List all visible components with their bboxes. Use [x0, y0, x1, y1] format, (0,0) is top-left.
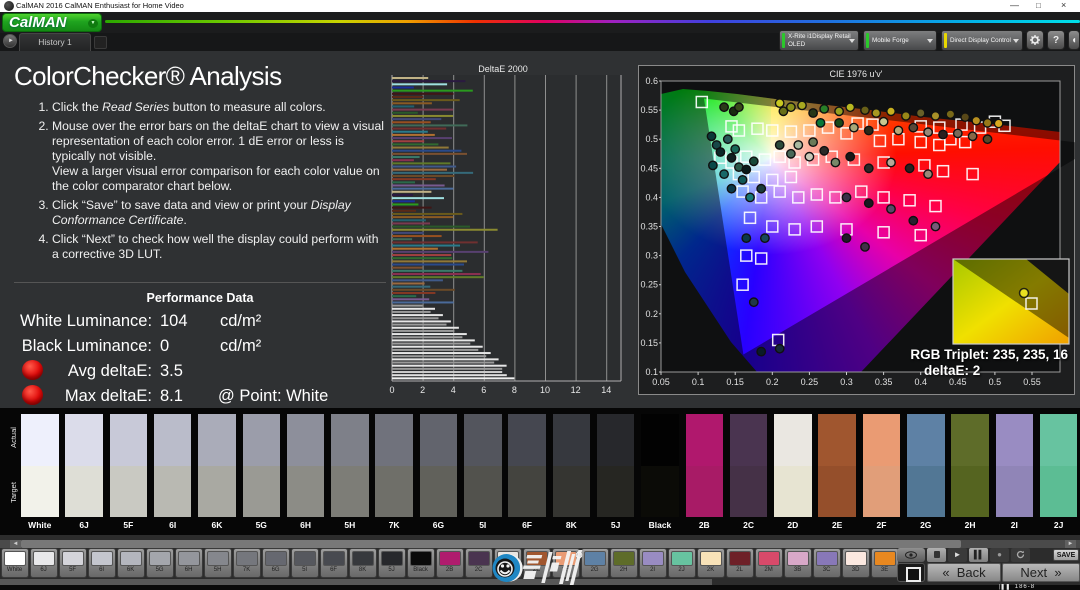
svg-text:0.5: 0.5 [989, 377, 1002, 387]
svg-text:0.6: 0.6 [645, 76, 658, 86]
svg-text:2: 2 [420, 385, 425, 395]
svg-text:DeltaE 2000: DeltaE 2000 [478, 64, 528, 74]
svg-text:0.05: 0.05 [652, 377, 670, 387]
svg-text:0.2: 0.2 [766, 377, 779, 387]
svg-text:0.25: 0.25 [801, 377, 819, 387]
svg-text:0.1: 0.1 [645, 367, 658, 377]
svg-text:0.3: 0.3 [840, 377, 853, 387]
svg-text:0.35: 0.35 [640, 222, 658, 232]
svg-text:0.25: 0.25 [640, 280, 658, 290]
svg-text:0.35: 0.35 [875, 377, 893, 387]
svg-text:0.15: 0.15 [726, 377, 744, 387]
svg-text:8: 8 [512, 385, 517, 395]
svg-text:0.45: 0.45 [640, 163, 658, 173]
svg-text:12: 12 [571, 385, 581, 395]
svg-text:0.5: 0.5 [645, 134, 658, 144]
svg-text:0.55: 0.55 [1023, 377, 1041, 387]
svg-text:0: 0 [389, 385, 394, 395]
svg-text:CIE 1976 u'v': CIE 1976 u'v' [830, 69, 883, 79]
svg-text:0.55: 0.55 [640, 105, 658, 115]
svg-text:0.4: 0.4 [914, 377, 927, 387]
svg-text:0.4: 0.4 [645, 192, 658, 202]
svg-text:deltaE: 2: deltaE: 2 [924, 363, 980, 378]
svg-text:4: 4 [451, 385, 456, 395]
svg-text:RGB Triplet: 235, 235, 16: RGB Triplet: 235, 235, 16 [910, 347, 1068, 362]
svg-text:0.15: 0.15 [640, 338, 658, 348]
svg-text:0.2: 0.2 [645, 309, 658, 319]
svg-text:0.3: 0.3 [645, 251, 658, 261]
svg-text:14: 14 [601, 385, 611, 395]
svg-text:6: 6 [481, 385, 486, 395]
svg-text:10: 10 [540, 385, 550, 395]
svg-text:0.45: 0.45 [949, 377, 967, 387]
svg-text:0.1: 0.1 [692, 377, 705, 387]
